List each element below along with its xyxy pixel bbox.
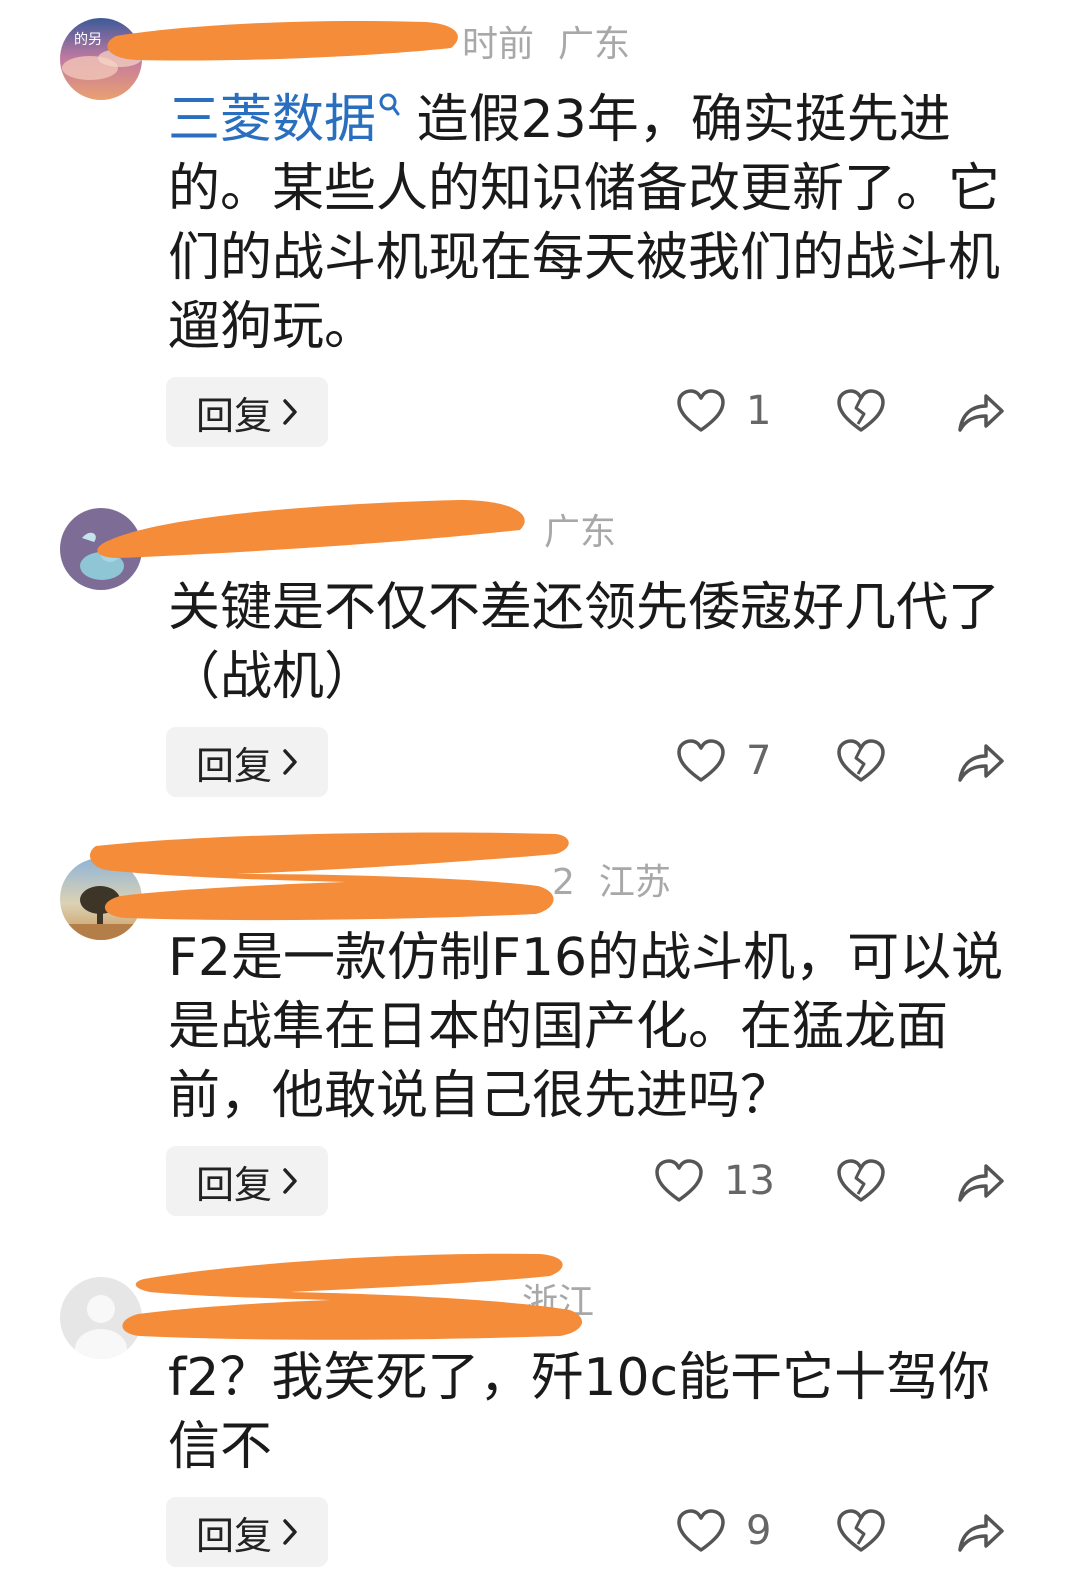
comment-meta: 时前 广东: [168, 18, 654, 72]
reply-button[interactable]: 回复: [166, 377, 328, 447]
share-button[interactable]: [956, 740, 1006, 784]
comment-meta: 浙江: [168, 1276, 618, 1330]
avatar[interactable]: [60, 1277, 142, 1359]
reply-button[interactable]: 回复: [166, 1497, 328, 1567]
share-arrow-icon: [958, 394, 1004, 432]
avatar[interactable]: 的另: [60, 18, 142, 100]
comment-location: 广东: [558, 24, 631, 65]
comment-location: 浙江: [522, 1282, 595, 1323]
comment-time: 时前: [462, 24, 535, 65]
heart-outline-icon: [655, 1159, 703, 1202]
heart-outline-icon: [677, 1509, 725, 1552]
like-count: 9: [746, 1508, 772, 1554]
comment-meta: 广东: [168, 506, 640, 560]
broken-heart-icon: [837, 1159, 885, 1202]
search-icon: [379, 93, 400, 116]
share-button[interactable]: [956, 1510, 1006, 1554]
reply-button[interactable]: 回复: [166, 727, 328, 797]
comment-body: 关键是不仅不差还领先倭寇好几代了（战机）: [168, 578, 1001, 707]
broken-heart-icon: [837, 739, 885, 782]
heart-outline-icon: [677, 389, 725, 432]
broken-heart-icon: [837, 1509, 885, 1552]
avatar[interactable]: [60, 508, 142, 590]
dislike-button[interactable]: [836, 738, 886, 784]
avatar-label: 的另: [74, 32, 102, 48]
comment-time: 2: [552, 862, 575, 903]
comment-list: 的另 时前 广东 三菱数据 造假23年，确实挺先进的。某些人的知识储备改更新了。它…: [0, 0, 1080, 1585]
like-action[interactable]: 9: [676, 1508, 771, 1554]
like-action[interactable]: 7: [676, 738, 771, 784]
like-count: 13: [724, 1158, 775, 1204]
comment-location: 江苏: [598, 862, 671, 903]
comment-meta: 2 江苏: [168, 856, 695, 910]
dislike-button[interactable]: [836, 1158, 886, 1204]
share-button[interactable]: [956, 390, 1006, 434]
chevron-right-icon: [283, 1168, 297, 1194]
chevron-right-icon: [283, 1519, 297, 1545]
like-action[interactable]: 1: [676, 388, 771, 434]
like-action[interactable]: 13: [654, 1158, 775, 1204]
comment-body: 三菱数据 造假23年，确实挺先进的。某些人的知识储备改更新了。它们的战斗机现在每…: [168, 90, 1001, 357]
share-arrow-icon: [958, 1514, 1004, 1552]
comment-body: f2？我笑死了，歼10c能干它十驾你信不: [168, 1348, 991, 1477]
like-count: 7: [746, 738, 772, 784]
share-arrow-icon: [958, 744, 1004, 782]
chevron-right-icon: [283, 749, 297, 775]
comment-body: F2是一款仿制F16的战斗机，可以说是战隼在日本的国产化。在猛龙面前，他敢说自己…: [168, 928, 1004, 1126]
heart-outline-icon: [677, 739, 725, 782]
share-arrow-icon: [958, 1164, 1004, 1202]
comment-location: 广东: [544, 512, 617, 553]
dislike-button[interactable]: [836, 388, 886, 434]
dislike-button[interactable]: [836, 1508, 886, 1554]
topic-link[interactable]: 三菱数据: [168, 90, 400, 150]
broken-heart-icon: [837, 389, 885, 432]
chevron-right-icon: [283, 399, 297, 425]
share-button[interactable]: [956, 1160, 1006, 1204]
avatar[interactable]: [60, 858, 142, 940]
reply-button[interactable]: 回复: [166, 1146, 328, 1216]
like-count: 1: [746, 388, 772, 434]
